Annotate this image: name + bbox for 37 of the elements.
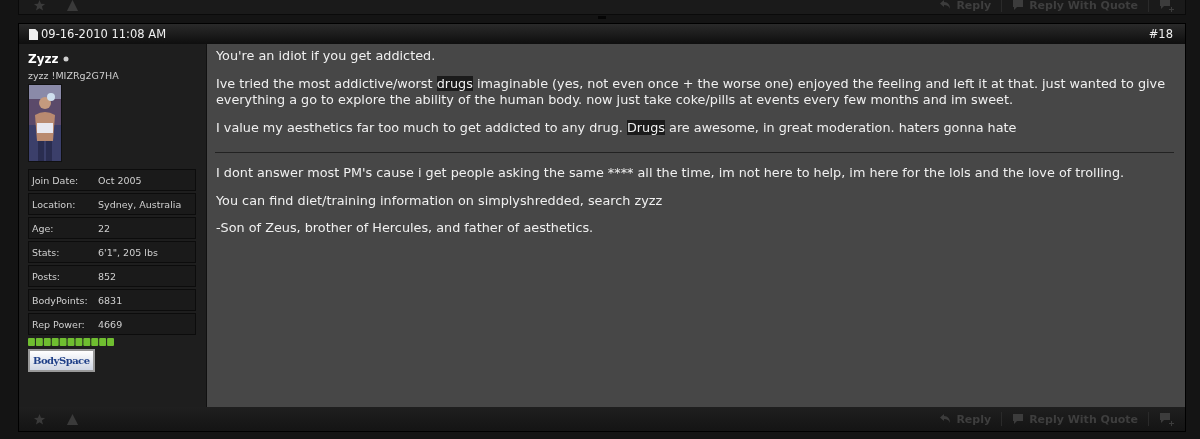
detail-label: Age: xyxy=(32,222,55,234)
message-paragraph: I value my aesthetics far too much to get addicted to any drug. Drugs are awesome, in great moderation. haters gonna hate xyxy=(216,119,1018,136)
detail-value: 6'1", 205 lbs xyxy=(98,246,158,258)
user-title: zyzz !MIZRg2G7HA xyxy=(28,70,120,81)
detail-label: Posts: xyxy=(32,270,62,282)
warning-icon[interactable] xyxy=(66,412,79,426)
star-icon[interactable] xyxy=(33,0,46,12)
detail-label: Location: xyxy=(32,198,77,210)
bodyspace-button[interactable]: BodySpace xyxy=(28,349,95,372)
reply-arrow-icon xyxy=(939,0,952,11)
post-number-link[interactable]: #18 xyxy=(1148,27,1173,41)
multi-quote-button[interactable] xyxy=(1159,0,1175,12)
multi-quote-button[interactable] xyxy=(1159,412,1175,426)
star-icon[interactable] xyxy=(33,412,46,426)
message-paragraph: You're an idiot if you get addicted. xyxy=(216,48,437,65)
detail-value: 852 xyxy=(98,270,117,282)
detail-value: 4669 xyxy=(98,318,123,330)
detail-label: Stats: xyxy=(32,246,61,258)
signature-text: -Son of Zeus, brother of Hercules, and father of aesthetics. xyxy=(216,220,595,237)
detail-label: Join Date: xyxy=(32,174,80,186)
speech-bubble-icon xyxy=(1012,0,1025,11)
reply-arrow-icon xyxy=(939,413,952,425)
post-date: 09-16-2010 11:08 AM xyxy=(41,27,167,41)
detail-label: BodyPoints: xyxy=(32,294,89,306)
username-link[interactable]: Zyzz xyxy=(28,52,59,66)
detail-value: Oct 2005 xyxy=(98,174,142,186)
detail-value: 22 xyxy=(98,222,111,234)
detail-value: Sydney, Australia xyxy=(98,198,182,210)
signature-text: You can find diet/training information on simplyshredded, search zyzz xyxy=(216,192,664,209)
reputation-icon xyxy=(28,338,115,346)
message-paragraph: Ive tried the most addictive/worst drugs imaginable (yes, not even once + the worse one) enjoyed the feeling and left it at that. just wanted to give everything a go to explore the ability of the human body. now just take coke/pills at events every few months and im sweet. xyxy=(216,75,1166,109)
signature-text: I dont answer most PM's cause i get people asking the same **** all the time, im not here to help, im here for the lols and the love of trolling. xyxy=(216,165,1126,182)
warning-icon[interactable] xyxy=(66,0,79,12)
detail-label: Rep Power: xyxy=(32,318,86,330)
speech-bubble-icon xyxy=(1012,413,1025,425)
document-icon xyxy=(29,28,38,40)
detail-value: 6831 xyxy=(98,294,123,306)
